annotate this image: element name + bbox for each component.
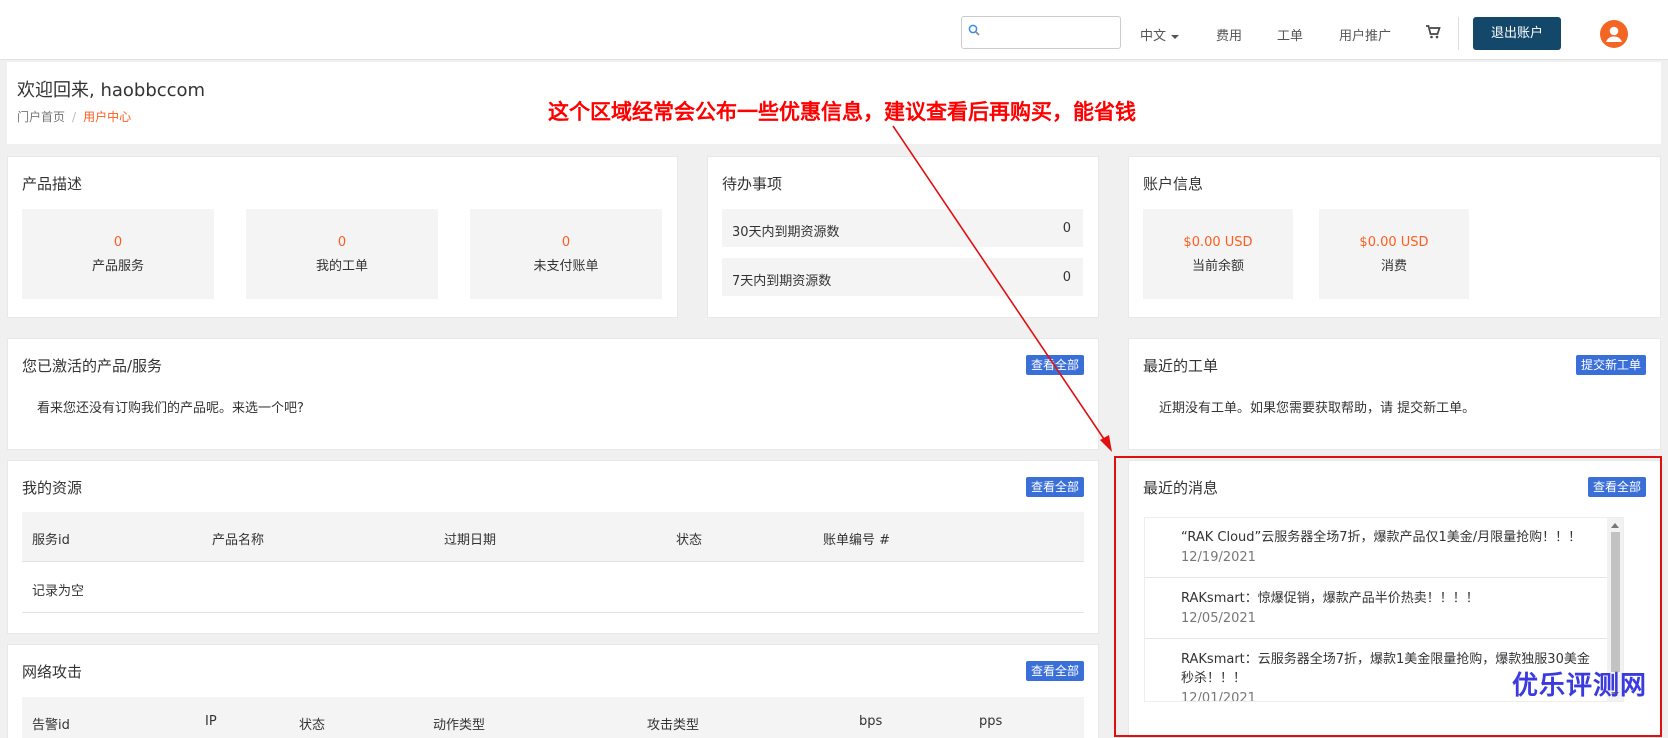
- column-header[interactable]: 告警id: [32, 714, 70, 733]
- language-dropdown[interactable]: 中文: [1140, 25, 1180, 44]
- stat-label: 当前余额: [1191, 259, 1244, 274]
- stat-value: $0.00 USD: [1359, 235, 1429, 250]
- column-header[interactable]: 服务id: [32, 529, 70, 548]
- active-services-empty-text: 看来您还没有订购我们的产品呢。来选一个吧?: [37, 401, 304, 416]
- stat-services[interactable]: 0 产品服务: [22, 209, 214, 299]
- stat-value: 0: [337, 235, 347, 250]
- tickets-empty-text: 近期没有工单。如果您需要获取帮助，请 提交新工单。: [1159, 401, 1476, 416]
- column-header[interactable]: pps: [979, 714, 1002, 729]
- todo-count: 0: [1062, 221, 1071, 236]
- breadcrumb: 门户首页 / 用户中心: [17, 110, 132, 124]
- column-header[interactable]: IP: [205, 714, 217, 729]
- resources-title: 我的资源: [22, 479, 83, 497]
- view-all-button[interactable]: 查看全部: [1026, 477, 1085, 497]
- view-all-button[interactable]: 查看全部: [1026, 355, 1085, 375]
- news-item-title[interactable]: “RAK Cloud”云服务器全场7折，爆款产品仅1美金/月限量抢购！！！: [1181, 528, 1601, 547]
- todo-item[interactable]: 7天内到期资源数 0: [722, 258, 1083, 296]
- stat-tickets[interactable]: 0 我的工单: [246, 209, 438, 299]
- tickets-title: 最近的工单: [1143, 357, 1219, 375]
- column-header[interactable]: 账单编号 #: [823, 529, 890, 548]
- resources-table-header: 服务id 产品名称 过期日期 状态 账单编号 #: [22, 512, 1084, 562]
- news-title: 最近的消息: [1143, 479, 1219, 497]
- todo-label: 7天内到期资源数: [732, 274, 832, 289]
- stat-value: 0: [561, 235, 571, 250]
- products-title: 产品描述: [22, 175, 83, 193]
- stat-label: 未支付账单: [533, 259, 599, 274]
- view-all-button[interactable]: 查看全部: [1588, 477, 1647, 497]
- chevron-down-icon: [1171, 34, 1180, 39]
- nav-link-affiliate[interactable]: 用户推广: [1339, 25, 1391, 44]
- column-header[interactable]: 产品名称: [212, 529, 264, 548]
- stat-value: 0: [113, 235, 123, 250]
- column-header[interactable]: 状态: [299, 714, 325, 733]
- user-avatar-icon[interactable]: [1600, 20, 1628, 48]
- attacks-table-header: 告警id IP 状态 动作类型 攻击类型 bps pps: [22, 697, 1084, 738]
- breadcrumb-current: 用户中心: [83, 110, 132, 124]
- list-item[interactable]: “RAK Cloud”云服务器全场7折，爆款产品仅1美金/月限量抢购！！！ 12…: [1145, 518, 1607, 578]
- page-title: 欢迎回来, haobbccom: [17, 80, 206, 101]
- stat-label: 产品服务: [91, 259, 144, 274]
- news-item-date: 12/05/2021: [1181, 611, 1256, 626]
- logout-button[interactable]: 退出账户: [1473, 17, 1561, 50]
- stat-value: $0.00 USD: [1183, 235, 1253, 250]
- tickets-panel: 最近的工单 提交新工单 近期没有工单。如果您需要获取帮助，请 提交新工单。: [1128, 338, 1661, 450]
- stat-unpaid-invoices[interactable]: 0 未支付账单: [470, 209, 662, 299]
- todo-panel: 待办事项 30天内到期资源数 0 7天内到期资源数 0: [707, 156, 1099, 318]
- products-panel: 产品描述 0 产品服务 0 我的工单 0 未支付账单: [7, 156, 678, 318]
- news-item-date: 12/19/2021: [1181, 550, 1256, 565]
- submit-ticket-button[interactable]: 提交新工单: [1576, 355, 1647, 375]
- stat-label: 我的工单: [315, 259, 368, 274]
- cart-icon[interactable]: [1425, 25, 1441, 39]
- todo-item[interactable]: 30天内到期资源数 0: [722, 209, 1083, 247]
- empty-record-text: 记录为空: [32, 584, 85, 599]
- news-item-title[interactable]: RAKsmart：惊爆促销，爆款产品半价热卖！！！！: [1181, 589, 1601, 608]
- nav-link-tickets[interactable]: 工单: [1277, 25, 1303, 44]
- table-row: 记录为空: [22, 563, 1084, 613]
- account-panel: 账户信息 $0.00 USD 当前余额 $0.00 USD 消费: [1128, 156, 1661, 318]
- attacks-panel: 网络攻击 查看全部 告警id IP 状态 动作类型 攻击类型 bps pps: [7, 644, 1099, 738]
- resources-panel: 我的资源 查看全部 服务id 产品名称 过期日期 状态 账单编号 # 记录为空: [7, 460, 1099, 634]
- search-icon: [968, 24, 980, 36]
- active-services-title: 您已激活的产品/服务: [22, 357, 163, 375]
- todo-count: 0: [1062, 270, 1071, 285]
- column-header[interactable]: 动作类型: [433, 714, 485, 733]
- scroll-up-icon[interactable]: [1611, 523, 1619, 528]
- view-all-button[interactable]: 查看全部: [1026, 661, 1085, 681]
- column-header[interactable]: bps: [859, 714, 882, 729]
- list-item[interactable]: RAKsmart：惊爆促销，爆款产品半价热卖！！！！ 12/05/2021: [1145, 578, 1607, 639]
- stat-balance[interactable]: $0.00 USD 当前余额: [1143, 209, 1293, 299]
- language-label: 中文: [1140, 29, 1167, 44]
- column-header[interactable]: 过期日期: [444, 529, 496, 548]
- news-item-date: 12/01/2021: [1181, 691, 1256, 702]
- promo-annotation: 这个区域经常会公布一些优惠信息，建议查看后再购买，能省钱: [548, 99, 1136, 124]
- nav-divider: [1458, 17, 1459, 50]
- todo-label: 30天内到期资源数: [732, 225, 840, 240]
- column-header[interactable]: 攻击类型: [647, 714, 699, 733]
- watermark-text: 优乐评测网: [1512, 671, 1648, 701]
- column-header[interactable]: 状态: [676, 529, 702, 548]
- stat-label: 消费: [1380, 259, 1407, 274]
- nav-link-billing[interactable]: 费用: [1216, 25, 1242, 44]
- search-input[interactable]: [961, 16, 1121, 49]
- breadcrumb-home[interactable]: 门户首页: [17, 110, 65, 124]
- active-services-panel: 您已激活的产品/服务 查看全部 看来您还没有订购我们的产品呢。来选一个吧?: [7, 338, 1099, 450]
- attacks-title: 网络攻击: [22, 663, 83, 681]
- todo-title: 待办事项: [722, 175, 783, 193]
- top-navbar: 中文 费用 工单 用户推广 退出账户: [0, 0, 1668, 60]
- scrollbar-thumb[interactable]: [1611, 532, 1620, 672]
- account-title: 账户信息: [1143, 175, 1204, 193]
- stat-spend[interactable]: $0.00 USD 消费: [1319, 209, 1469, 299]
